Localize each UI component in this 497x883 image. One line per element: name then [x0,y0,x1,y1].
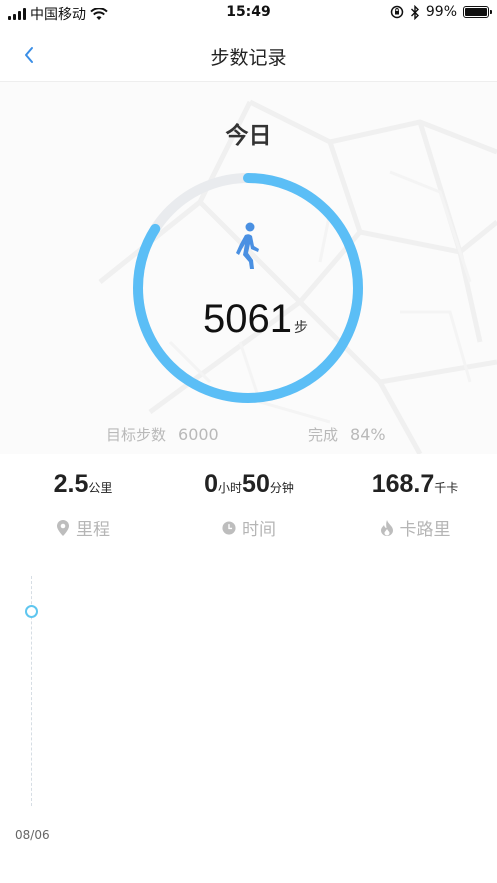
clock-icon [222,520,236,535]
status-bar: 中国移动 15:49 99% [0,0,497,27]
duration-label-row: 时间 [166,515,332,540]
stats-row: 2.5公里 里程 0小时50分钟 时间 168.7千卡 卡路里 [0,470,497,550]
step-count-unit: 步 [293,320,308,336]
timeline-marker[interactable] [25,605,38,618]
duration-value: 0小时50分钟 [166,470,332,499]
goal-steps-value: 6000 [178,425,219,444]
goal-steps-label: 目标步数 [106,426,167,444]
duration-minutes: 50 [242,470,270,498]
rotation-lock-icon [390,5,404,19]
calories-label: 卡路里 [399,520,451,540]
progress-ring [133,173,363,403]
step-count: 5061 步 [188,297,323,342]
battery-icon [463,6,492,18]
distance-label: 里程 [76,520,110,540]
status-right: 99% [390,4,492,20]
battery-percent: 99% [425,4,457,20]
step-count-value: 5061 [203,297,292,341]
timeline-date: 08/06 [15,828,50,842]
calories-number: 168.7 [371,470,435,498]
walking-person-icon [236,222,259,269]
stat-duration: 0小时50分钟 时间 [166,470,332,540]
stat-distance: 2.5公里 里程 [0,470,166,540]
calories-value: 168.7千卡 [332,470,497,499]
activity-timeline: 08/06 [0,560,497,860]
stat-calories: 168.7千卡 卡路里 [332,470,497,540]
duration-hours-unit: 小时 [218,481,243,495]
distance-number: 2.5 [53,470,89,498]
page-title: 步数记录 [210,47,287,69]
completion: 完成 84% [308,424,386,445]
completion-value: 84% [350,425,386,444]
duration-hours: 0 [204,470,219,498]
calories-label-row: 卡路里 [332,515,497,540]
location-pin-icon [57,519,69,536]
distance-value: 2.5公里 [0,470,166,499]
duration-label: 时间 [242,520,276,540]
goal-steps: 目标步数 6000 [106,424,219,445]
nav-bar: 步数记录 [0,27,497,82]
calories-unit: 千卡 [434,481,459,495]
distance-label-row: 里程 [0,515,166,540]
bluetooth-icon [410,4,419,20]
duration-minutes-unit: 分钟 [269,481,294,495]
flame-icon [380,519,393,536]
completion-label: 完成 [308,426,339,444]
today-summary: 今日 5061 步 目标步数 6000 完成 84% [0,82,497,454]
distance-unit: 公里 [88,481,113,495]
day-label: 今日 [225,123,272,149]
